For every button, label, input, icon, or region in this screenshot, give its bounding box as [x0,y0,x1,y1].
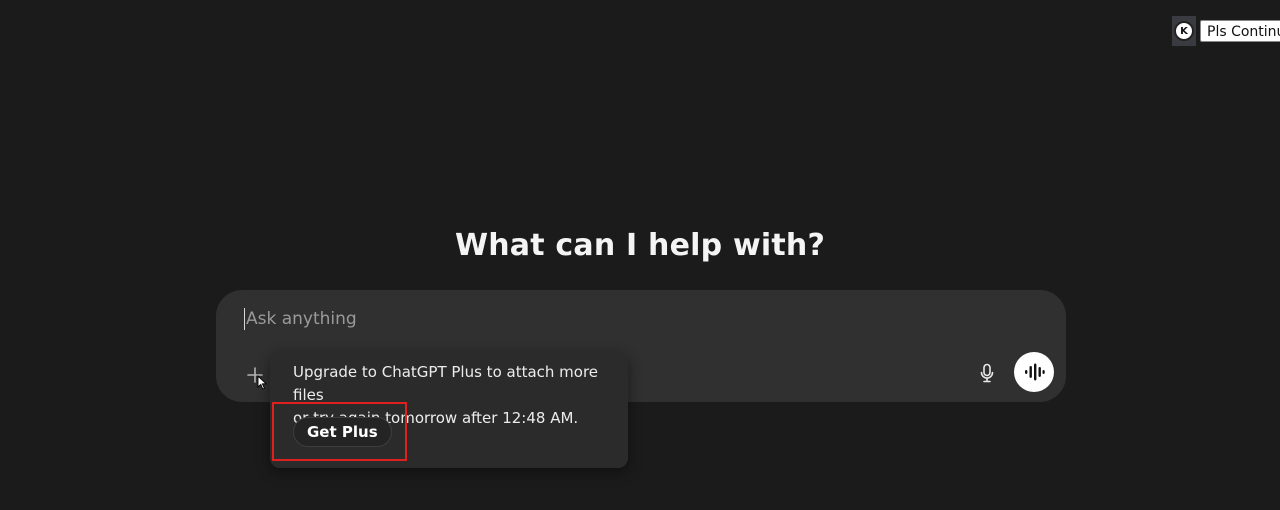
dictate-button[interactable] [976,362,998,384]
voice-waveform-icon [1025,363,1045,381]
page-title: What can I help with? [454,228,826,263]
k-circle-icon: K [1174,21,1194,41]
extension-icon-button[interactable]: K [1172,16,1196,46]
microphone-icon [980,363,994,383]
extension-toolbar: K Pls Continue [1172,16,1280,46]
highlight-annotation [272,402,407,461]
upgrade-message-line-1: Upgrade to ChatGPT Plus to attach more f… [293,363,599,404]
mouse-cursor-icon [257,375,267,390]
chatgpt-home: K Pls Continue What can I help with? [0,0,1280,510]
voice-mode-button[interactable] [1014,352,1054,392]
prompt-input[interactable] [244,308,948,330]
continue-button[interactable]: Pls Continue [1200,20,1280,42]
